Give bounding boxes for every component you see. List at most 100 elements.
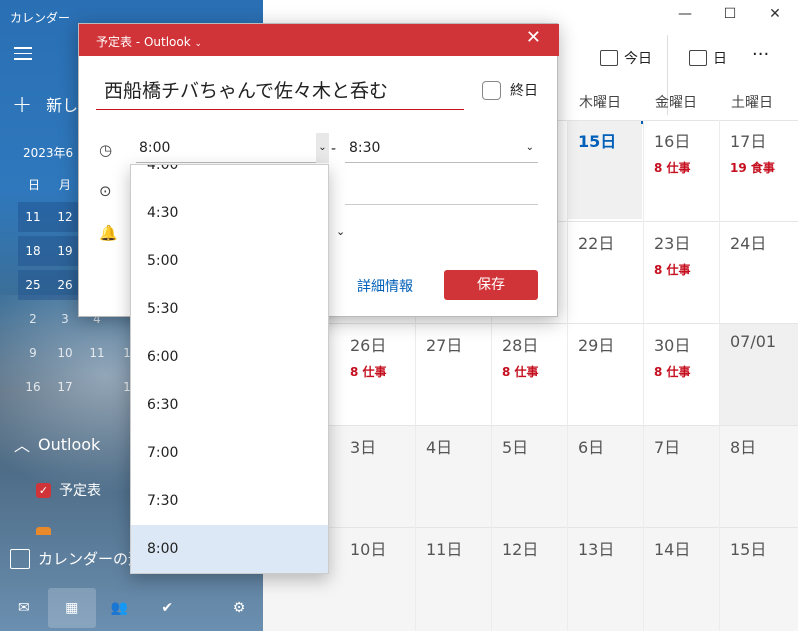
allday-checkbox[interactable]: 終日	[482, 80, 538, 100]
popup-title-label: 予定表 - Outlook	[96, 35, 191, 49]
event-chip[interactable]: 19 食事	[730, 159, 775, 176]
time-option[interactable]: 5:30	[131, 285, 328, 333]
settings-icon[interactable]: ⚙	[215, 588, 263, 628]
day-view-button[interactable]: 日	[689, 48, 727, 68]
day-cell[interactable]: 30日	[654, 332, 690, 356]
day-cell[interactable]: 11日	[426, 536, 462, 560]
day-cell[interactable]: 23日	[654, 230, 690, 254]
more-details-link[interactable]: 詳細情報	[357, 276, 413, 296]
mail-icon[interactable]: ✉	[0, 588, 48, 628]
day-cell[interactable]: 27日	[426, 332, 462, 356]
day-cell[interactable]: 5日	[502, 434, 528, 458]
add-calendar-button[interactable]: カレンダーの追	[10, 548, 143, 569]
time-option[interactable]: 7:30	[131, 477, 328, 525]
mini-day[interactable]: 11	[82, 346, 112, 360]
hamburger-menu-icon[interactable]	[14, 47, 32, 61]
calendar-item-label: 予定表	[59, 483, 101, 499]
minimize-icon[interactable]: —	[675, 6, 695, 22]
day-cell[interactable]: 26日	[350, 332, 386, 356]
calendar-icon[interactable]: ▦	[47, 587, 96, 628]
day-cell[interactable]: 28日	[502, 332, 538, 356]
day-cell[interactable]: 29日	[578, 332, 614, 356]
outlook-label: Outlook	[38, 434, 101, 454]
mini-day[interactable]: 2	[18, 312, 48, 326]
todo-icon[interactable]: ✔	[143, 588, 191, 628]
popup-header: 予定表 - Outlook ⌄ ✕	[79, 24, 559, 56]
maximize-icon[interactable]: ☐	[720, 6, 740, 22]
mini-day[interactable]: 11	[18, 210, 48, 224]
day-cell[interactable]: 13日	[578, 536, 614, 560]
dow-thursday: 木曜日	[579, 95, 621, 111]
time-option[interactable]: 6:00	[131, 333, 328, 381]
start-time-value: 8:00	[139, 140, 171, 156]
time-option[interactable]: 7:00	[131, 429, 328, 477]
today-label: 今日	[624, 51, 652, 67]
location-icon: ⊙	[99, 182, 112, 200]
day-cell[interactable]: 22日	[578, 230, 614, 254]
day-cell[interactable]: 7日	[654, 434, 680, 458]
day-cell[interactable]: 6日	[578, 434, 604, 458]
time-separator: -	[331, 141, 337, 157]
day-cell-today[interactable]: 15日	[578, 128, 616, 152]
outlook-account-header[interactable]: ︿ Outlook	[14, 432, 100, 456]
time-option-selected[interactable]: 8:00	[131, 525, 328, 573]
more-options-button[interactable]: ···	[752, 44, 769, 65]
time-dropdown-list[interactable]: 4:00 4:30 5:00 5:30 6:00 6:30 7:00 7:30 …	[130, 164, 329, 574]
event-chip[interactable]: 8 仕事	[654, 261, 691, 278]
save-button[interactable]: 保存	[444, 270, 538, 300]
bell-icon: 🔔	[99, 224, 118, 242]
mini-day[interactable]: 12	[50, 210, 80, 224]
checkbox-checked-icon[interactable]: ✓	[36, 482, 51, 498]
new-event-button[interactable]: + 新し	[12, 92, 78, 116]
mini-day[interactable]: 17	[50, 380, 80, 394]
day-cell[interactable]: 14日	[654, 536, 690, 560]
mini-day[interactable]: 9	[18, 346, 48, 360]
today-button[interactable]: 今日	[600, 48, 652, 68]
day-cell[interactable]: 3日	[350, 434, 376, 458]
add-calendar-icon	[10, 548, 30, 569]
reminder-chevron-down-icon[interactable]: ⌄	[336, 225, 345, 238]
app-title: カレンダー	[10, 11, 71, 25]
mini-day[interactable]: 3	[50, 312, 80, 326]
mini-dow-mon: 月	[59, 178, 72, 192]
day-cell[interactable]: 07/01	[730, 332, 776, 351]
grid-line	[263, 425, 798, 426]
people-icon[interactable]: 👥	[96, 588, 144, 628]
mini-day[interactable]: 26	[50, 278, 80, 292]
end-time-dropdown[interactable]: 8:30 ⌄	[345, 133, 538, 163]
mini-day[interactable]: 19	[50, 244, 80, 258]
calendar-item[interactable]: ✓ 予定表	[36, 480, 101, 500]
mini-day[interactable]: 16	[18, 380, 48, 394]
event-chip[interactable]: 8 仕事	[654, 363, 691, 380]
mini-day[interactable]: 18	[18, 244, 48, 258]
mini-day[interactable]: 10	[50, 346, 80, 360]
checkbox-icon[interactable]	[482, 80, 501, 100]
day-cell[interactable]: 10日	[350, 536, 386, 560]
day-cell[interactable]: 8日	[730, 434, 756, 458]
grid-line	[719, 120, 720, 631]
close-icon[interactable]: ✕	[526, 29, 541, 47]
grid-line	[263, 323, 798, 324]
time-option[interactable]: 4:30	[131, 189, 328, 237]
mini-calendar-month: 2023年6	[23, 146, 74, 160]
day-cell[interactable]: 15日	[730, 536, 766, 560]
start-time-dropdown[interactable]: 8:00 ⌄	[136, 133, 329, 163]
day-cell[interactable]: 24日	[730, 230, 766, 254]
event-chip[interactable]: 8 仕事	[502, 363, 539, 380]
location-input[interactable]	[345, 204, 538, 205]
event-title-input[interactable]: 西船橋チバちゃんで佐々木と呑む	[96, 76, 464, 110]
day-cell[interactable]: 4日	[426, 434, 452, 458]
day-cell[interactable]: 16日	[654, 128, 690, 152]
time-option[interactable]: 5:00	[131, 237, 328, 285]
new-event-label: 新し	[46, 96, 79, 115]
add-calendar-label: カレンダーの追	[38, 550, 144, 568]
popup-calendar-selector[interactable]: 予定表 - Outlook ⌄	[96, 33, 202, 50]
day-cell[interactable]: 17日	[730, 128, 766, 152]
mini-day[interactable]: 25	[18, 278, 48, 292]
event-chip[interactable]: 8 仕事	[350, 363, 387, 380]
event-chip[interactable]: 8 仕事	[654, 159, 691, 176]
time-option[interactable]: 4:00	[131, 165, 328, 189]
time-option[interactable]: 6:30	[131, 381, 328, 429]
day-cell[interactable]: 12日	[502, 536, 538, 560]
close-window-icon[interactable]: ✕	[765, 6, 785, 22]
